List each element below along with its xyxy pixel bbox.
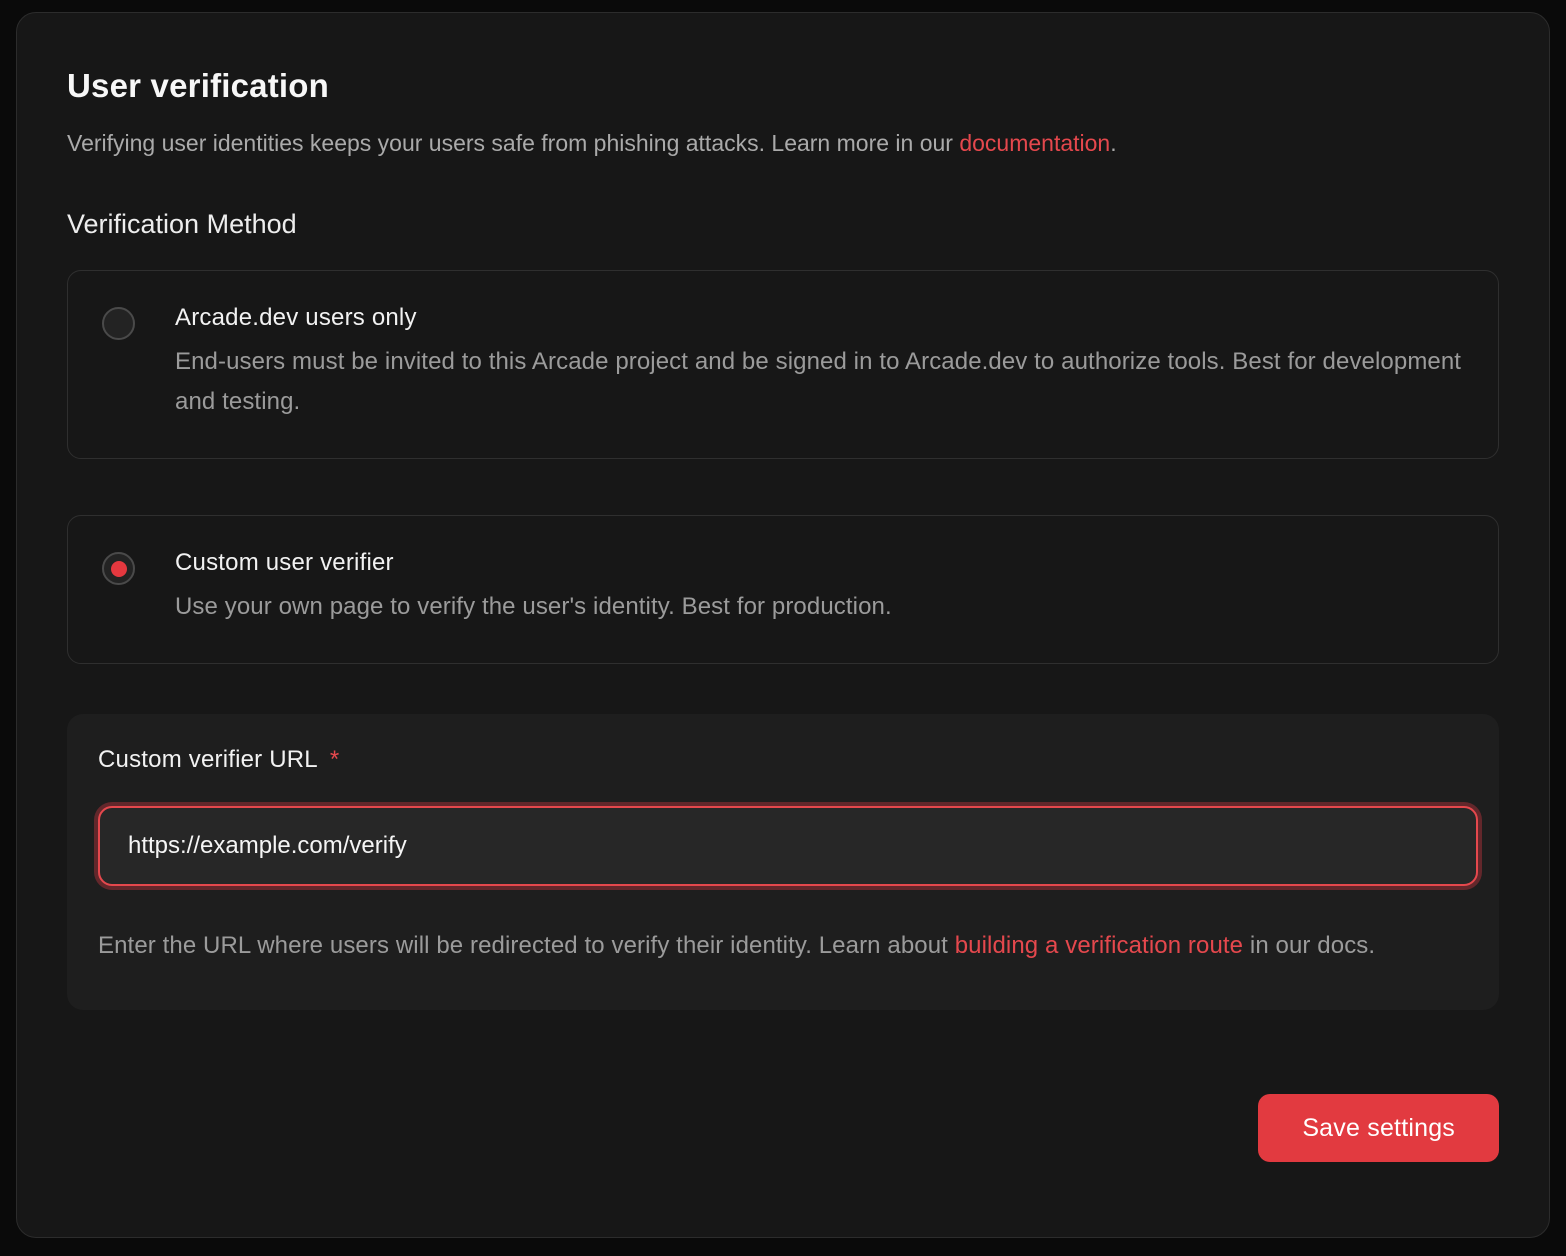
required-asterisk: * (330, 746, 340, 773)
page-title: User verification (67, 67, 1499, 105)
option-label: Custom user verifier (175, 549, 892, 577)
radio-arcade-users-only[interactable] (102, 307, 135, 340)
option-description: Use your own page to verify the user's i… (175, 587, 892, 627)
helper-text-before: Enter the URL where users will be redire… (98, 932, 955, 959)
option-custom-user-verifier[interactable]: Custom user verifier Use your own page t… (67, 515, 1499, 664)
user-verification-panel: User verification Verifying user identit… (16, 12, 1550, 1238)
custom-verifier-url-label-row: Custom verifier URL * (98, 746, 1467, 774)
option-content: Arcade.dev users only End-users must be … (175, 304, 1462, 422)
option-description: End-users must be invited to this Arcade… (175, 342, 1462, 422)
radio-custom-user-verifier[interactable] (102, 552, 135, 585)
option-arcade-users-only[interactable]: Arcade.dev users only End-users must be … (67, 270, 1499, 459)
custom-verifier-url-section: Custom verifier URL * Enter the URL where… (67, 714, 1499, 1010)
custom-verifier-url-label: Custom verifier URL (98, 746, 318, 773)
intro-text-before: Verifying user identities keeps your use… (67, 130, 959, 156)
verification-method-heading: Verification Method (67, 209, 1499, 240)
documentation-link[interactable]: documentation (959, 130, 1110, 156)
save-settings-button[interactable]: Save settings (1258, 1094, 1499, 1162)
option-label: Arcade.dev users only (175, 304, 1462, 332)
intro-text: Verifying user identities keeps your use… (67, 127, 1499, 159)
building-verification-route-link[interactable]: building a verification route (955, 932, 1243, 959)
actions-row: Save settings (67, 1094, 1499, 1162)
option-content: Custom user verifier Use your own page t… (175, 549, 892, 627)
url-helper-text: Enter the URL where users will be redire… (98, 926, 1467, 966)
helper-text-after: in our docs. (1243, 932, 1375, 959)
intro-text-after: . (1110, 130, 1116, 156)
custom-verifier-url-input[interactable] (98, 806, 1478, 886)
